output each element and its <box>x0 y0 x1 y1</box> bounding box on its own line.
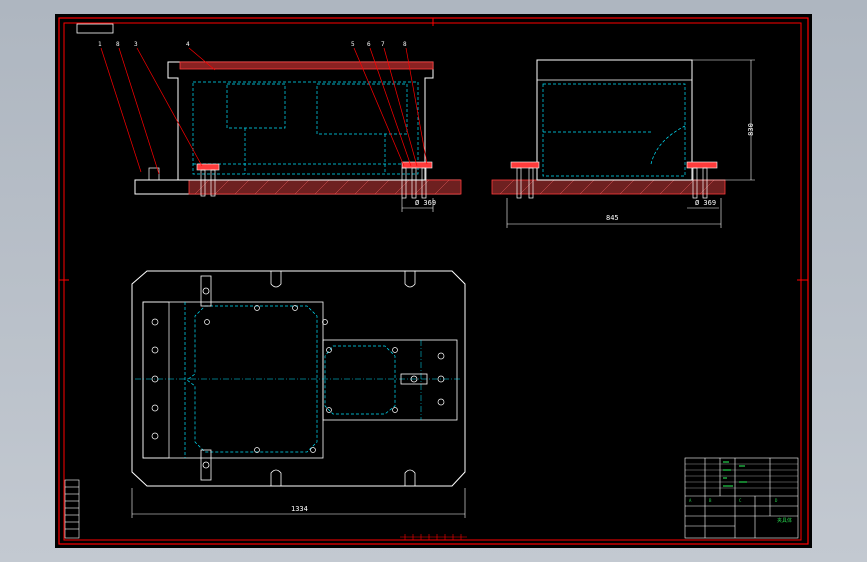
front-housing <box>167 61 434 181</box>
title-stamp: 夹具体 <box>777 518 793 524</box>
top-view <box>131 270 466 518</box>
part-label-7: 7 <box>381 41 385 48</box>
front-top-cover <box>179 61 434 70</box>
front-bolt-dimension: Ø 369 <box>415 199 437 207</box>
title-tag-a: A <box>689 498 692 503</box>
side-dimensions <box>506 59 755 228</box>
part-label-3: 3 <box>134 41 138 48</box>
left-revision-strip <box>64 479 80 539</box>
drawing-sheet[interactable]: 1 8 3 4 5 6 7 8 Ø 369 845 830 Ø 369 1334… <box>55 14 812 548</box>
outer-frame <box>58 17 809 545</box>
title-block <box>684 457 799 539</box>
top-locators <box>200 275 428 481</box>
part-label-5: 5 <box>351 41 355 48</box>
side-clamps <box>510 161 718 169</box>
top-dimension <box>131 488 466 518</box>
top-slots <box>270 271 416 486</box>
top-fixture-plate <box>142 301 324 459</box>
inner-frame <box>63 22 802 541</box>
top-width-dimension: 1334 <box>291 505 308 513</box>
side-bolt-dimension: Ø 369 <box>695 199 717 207</box>
side-width-dimension: 845 <box>606 214 619 222</box>
part-label-1: 1 <box>98 41 102 48</box>
title-tag-b: B <box>709 498 712 503</box>
title-tag-c: C <box>739 498 742 503</box>
drawing-number-box <box>76 23 114 34</box>
front-clamps <box>196 161 433 171</box>
cad-viewport: 1 8 3 4 5 6 7 8 Ø 369 845 830 Ø 369 1334… <box>0 0 867 562</box>
drawing-canvas <box>58 17 809 545</box>
part-label-6: 6 <box>367 41 371 48</box>
side-housing <box>536 59 693 181</box>
bottom-ruler <box>400 534 467 540</box>
side-height-dimension: 830 <box>746 123 755 136</box>
part-label-8: 8 <box>116 41 120 48</box>
title-tag-d: D <box>775 498 778 503</box>
top-base-outline <box>131 270 466 487</box>
part-label-8b: 8 <box>403 41 407 48</box>
front-view <box>100 47 462 212</box>
front-base-section <box>188 179 462 195</box>
part-label-4: 4 <box>186 41 190 48</box>
